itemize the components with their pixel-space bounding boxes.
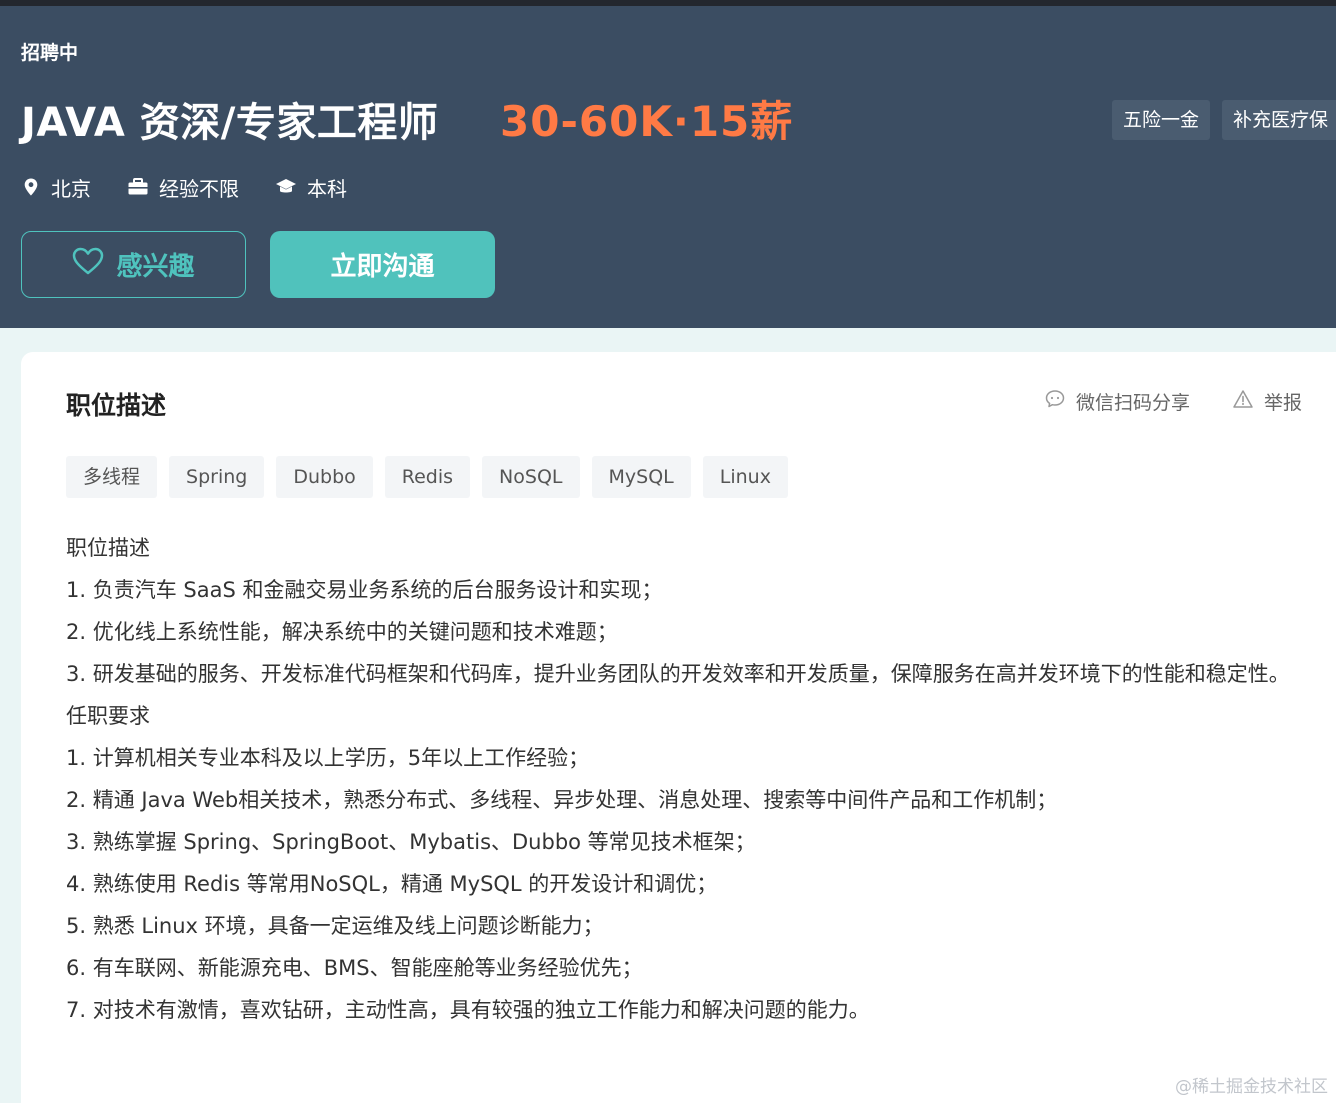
- benefit-tag: 补充医疗保: [1222, 100, 1336, 140]
- skill-tag[interactable]: Redis: [384, 456, 471, 498]
- education-text: 本科: [307, 176, 347, 201]
- job-title: JAVA 资深/专家工程师: [21, 100, 439, 146]
- skill-tag[interactable]: 多线程: [66, 456, 158, 498]
- description-line: 6. 有车联网、新能源充电、BMS、智能座舱等业务经验优先；: [66, 956, 643, 980]
- skill-tag[interactable]: Dubbo: [276, 456, 373, 498]
- warning-triangle-icon: [1232, 388, 1254, 415]
- interest-button[interactable]: 感兴趣: [21, 231, 246, 298]
- job-description-card: 职位描述 微信扫码分享 举报 多线程 Spring Dubbo Redis No…: [21, 352, 1336, 1103]
- skill-tag[interactable]: NoSQL: [482, 456, 580, 498]
- chat-now-button[interactable]: 立即沟通: [270, 231, 495, 298]
- skill-tag[interactable]: Spring: [169, 456, 265, 498]
- description-line: 3. 熟练掌握 Spring、SpringBoot、Mybatis、Dubbo …: [66, 830, 756, 854]
- report-label: 举报: [1263, 392, 1302, 414]
- meta-location: 北京: [21, 173, 91, 202]
- watermark: @稀土掘金技术社区: [1175, 1077, 1328, 1097]
- job-description-text: 职位描述 1. 负责汽车 SaaS 和金融交易业务系统的后台服务设计和实现； 2…: [66, 527, 1316, 1031]
- job-header: 招聘中 JAVA 资深/专家工程师 30-60K·15薪 五险一金 补充医疗保 …: [0, 0, 1336, 328]
- description-line: 2. 优化线上系统性能，解决系统中的关键问题和技术难题；: [66, 620, 618, 644]
- description-line: 7. 对技术有激情，喜欢钻研，主动性高，具有较强的独立工作能力和解决问题的能力。: [66, 998, 870, 1022]
- description-line: 1. 负责汽车 SaaS 和金融交易业务系统的后台服务设计和实现；: [66, 578, 663, 602]
- experience-text: 经验不限: [159, 176, 239, 201]
- heart-icon: [72, 247, 104, 282]
- card-actions: 微信扫码分享 举报: [1044, 388, 1302, 415]
- top-strip: [0, 0, 1336, 6]
- recruiting-status: 招聘中: [21, 42, 79, 64]
- description-line: 4. 熟练使用 Redis 等常用NoSQL，精通 MySQL 的开发设计和调优…: [66, 872, 718, 896]
- location-text: 北京: [51, 176, 91, 201]
- skill-tags: 多线程 Spring Dubbo Redis NoSQL MySQL Linux: [66, 456, 788, 498]
- briefcase-icon: [127, 177, 149, 197]
- description-line: 2. 精通 Java Web相关技术，熟悉分布式、多线程、异步处理、消息处理、搜…: [66, 788, 1058, 812]
- salary: 30-60K·15薪: [500, 97, 794, 146]
- description-line: 职位描述: [66, 536, 150, 560]
- job-detail-page: 招聘中 JAVA 资深/专家工程师 30-60K·15薪 五险一金 补充医疗保 …: [0, 0, 1336, 1103]
- description-line: 任职要求: [66, 704, 150, 728]
- chat-now-label: 立即沟通: [330, 252, 435, 282]
- meta-education: 本科: [275, 173, 347, 202]
- description-line: 3. 研发基础的服务、开发标准代码框架和代码库，提升业务团队的开发效率和开发质量…: [66, 662, 1290, 686]
- description-line: 1. 计算机相关专业本科及以上学历，5年以上工作经验；: [66, 746, 590, 770]
- report-button[interactable]: 举报: [1232, 388, 1302, 415]
- benefit-tags: 五险一金 补充医疗保: [1112, 100, 1336, 140]
- interest-label: 感兴趣: [116, 252, 195, 282]
- benefit-tag: 五险一金: [1112, 100, 1211, 140]
- wechat-share-button[interactable]: 微信扫码分享: [1044, 388, 1190, 415]
- description-line: 5. 熟悉 Linux 环境，具备一定运维及线上问题诊断能力；: [66, 914, 604, 938]
- share-label: 微信扫码分享: [1075, 392, 1190, 414]
- section-title: 职位描述: [66, 391, 167, 420]
- skill-tag[interactable]: Linux: [702, 456, 788, 498]
- chat-bubble-icon: [1044, 388, 1066, 415]
- location-pin-icon: [21, 177, 41, 197]
- job-meta: 北京 经验不限 本科: [21, 172, 347, 202]
- graduation-cap-icon: [275, 177, 297, 197]
- meta-experience: 经验不限: [127, 173, 239, 202]
- skill-tag[interactable]: MySQL: [591, 456, 691, 498]
